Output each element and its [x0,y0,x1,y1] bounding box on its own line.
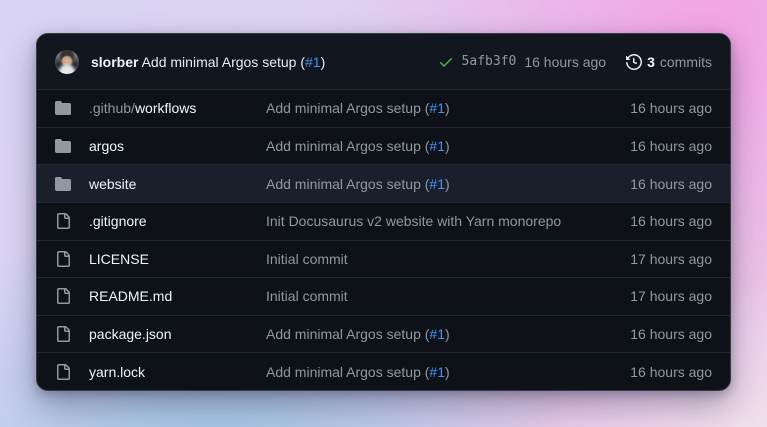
row-commit-message-close: ) [445,138,450,154]
row-pr-link[interactable]: #1 [429,326,445,342]
file-path-prefix-link[interactable]: .github/ [89,100,135,116]
file-name-link[interactable]: argos [89,138,124,154]
commit-message-cell: Initial commit [266,288,602,304]
file-type-icon-cell [55,364,89,380]
file-name-link[interactable]: README.md [89,288,172,304]
commit-message-cell: Add minimal Argos setup (#1) [266,138,602,154]
file-type-icon-cell [55,138,89,154]
history-icon [626,54,642,70]
folder-icon [55,138,71,154]
commit-meta: 5afb3f0 16 hours ago 3 commits [438,54,712,70]
file-name-link[interactable]: package.json [89,326,172,342]
row-commit-time: 16 hours ago [602,138,712,154]
file-type-icon-cell [55,100,89,116]
row-commit-message-link[interactable]: Add minimal Argos setup ( [266,326,429,342]
table-row[interactable]: .gitignore Init Docusaurus v2 website wi… [37,202,730,240]
file-name-cell: website [89,176,266,192]
file-name-cell: .github/workflows [89,100,266,116]
commit-message-cell: Add minimal Argos setup (#1) [266,100,602,116]
folder-icon [55,176,71,192]
row-commit-time: 16 hours ago [602,176,712,192]
commit-message-cell: Initial commit [266,251,602,267]
latest-commit-header: slorber Add minimal Argos setup (#1) 5af… [37,34,730,90]
table-row[interactable]: .github/workflows Add minimal Argos setu… [37,90,730,127]
table-row[interactable]: README.md Initial commit 17 hours ago [37,277,730,315]
file-name-link[interactable]: website [89,176,136,192]
file-type-icon-cell [55,176,89,192]
row-pr-link[interactable]: #1 [429,100,445,116]
pr-link[interactable]: #1 [305,54,321,70]
file-name-link[interactable]: yarn.lock [89,364,145,380]
file-icon [55,251,71,267]
row-commit-time: 17 hours ago [602,288,712,304]
file-icon [55,288,71,304]
file-name-cell: argos [89,138,266,154]
row-commit-message-link[interactable]: Add minimal Argos setup ( [266,176,429,192]
row-pr-link[interactable]: #1 [429,364,445,380]
table-row[interactable]: yarn.lock Add minimal Argos setup (#1) 1… [37,352,730,390]
row-pr-link[interactable]: #1 [429,138,445,154]
file-name-link[interactable]: workflows [135,100,196,116]
row-commit-message-link[interactable]: Initial commit [266,251,348,267]
file-name-cell: README.md [89,288,266,304]
file-type-icon-cell [55,251,89,267]
table-row[interactable]: LICENSE Initial commit 17 hours ago [37,240,730,278]
page-background: { "colors": { "card_bg": "#0e1117", "row… [0,0,767,427]
table-row[interactable]: argos Add minimal Argos setup (#1) 16 ho… [37,127,730,165]
file-type-icon-cell [55,326,89,342]
row-pr-link[interactable]: #1 [429,176,445,192]
row-commit-message-close: ) [445,364,450,380]
folder-icon [55,100,71,116]
file-type-icon-cell [55,288,89,304]
row-commit-message-link[interactable]: Initial commit [266,288,348,304]
file-name-link[interactable]: LICENSE [89,251,149,267]
commit-message-cell: Init Docusaurus v2 website with Yarn mon… [266,213,602,229]
commit-history-link[interactable]: 3 commits [626,54,712,70]
row-commit-time: 16 hours ago [602,326,712,342]
commit-timestamp: 16 hours ago [524,54,606,70]
file-name-cell: yarn.lock [89,364,266,380]
commits-label: commits [660,54,712,70]
row-commit-message-close: ) [445,326,450,342]
file-icon [55,326,71,342]
commit-message-cell: Add minimal Argos setup (#1) [266,364,602,380]
author-name[interactable]: slorber [91,54,138,70]
latest-commit-title: slorber Add minimal Argos setup (#1) [91,54,325,70]
file-name-cell: .gitignore [89,213,266,229]
file-browser-card: slorber Add minimal Argos setup (#1) 5af… [36,33,731,391]
commit-message-cell: Add minimal Argos setup (#1) [266,176,602,192]
row-commit-message-link[interactable]: Add minimal Argos setup ( [266,138,429,154]
commit-message-close: ) [321,54,326,70]
commit-hash-link[interactable]: 5afb3f0 [462,54,517,69]
author-avatar[interactable] [55,50,79,74]
commit-message-text[interactable]: Add minimal Argos setup ( [142,54,305,70]
row-commit-message-link[interactable]: Add minimal Argos setup ( [266,364,429,380]
row-commit-message-link[interactable]: Add minimal Argos setup ( [266,100,429,116]
commit-message-cell: Add minimal Argos setup (#1) [266,326,602,342]
file-icon [55,364,71,380]
row-commit-message-close: ) [445,176,450,192]
row-commit-time: 16 hours ago [602,213,712,229]
row-commit-time: 16 hours ago [602,100,712,116]
file-name-cell: LICENSE [89,251,266,267]
file-icon [55,213,71,229]
table-row[interactable]: website Add minimal Argos setup (#1) 16 … [37,164,730,202]
row-commit-message-close: ) [445,100,450,116]
table-row[interactable]: package.json Add minimal Argos setup (#1… [37,315,730,353]
file-name-link[interactable]: .gitignore [89,213,147,229]
file-type-icon-cell [55,213,89,229]
check-icon [438,54,454,70]
commits-count: 3 [647,54,655,70]
row-commit-message-link[interactable]: Init Docusaurus v2 website with Yarn mon… [266,213,561,229]
row-commit-time: 16 hours ago [602,364,712,380]
file-table: .github/workflows Add minimal Argos setu… [37,90,730,390]
file-name-cell: package.json [89,326,266,342]
row-commit-time: 17 hours ago [602,251,712,267]
